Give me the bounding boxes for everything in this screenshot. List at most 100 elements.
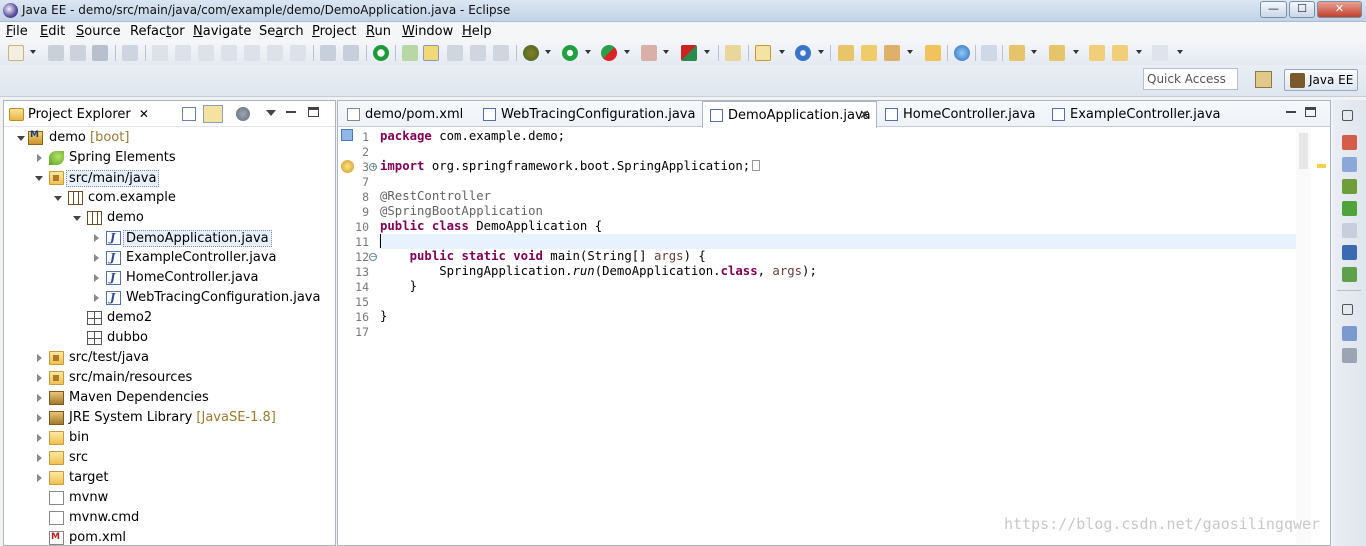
task-list-icon[interactable] (1342, 326, 1357, 341)
menu-window[interactable]: Window (402, 24, 453, 39)
outline-view-icon[interactable] (1342, 157, 1357, 172)
new-package-icon[interactable] (755, 45, 771, 61)
open-project-icon[interactable] (838, 45, 854, 61)
close-button[interactable]: ✕ (1317, 1, 1362, 18)
collapsed-twisty-icon[interactable] (37, 454, 42, 462)
new-class-icon[interactable] (795, 45, 811, 61)
menu-file[interactable]: File (6, 24, 28, 39)
code-line-14[interactable]: } (380, 279, 417, 294)
progress-view-icon[interactable] (1342, 267, 1357, 282)
block-selection-icon[interactable] (470, 45, 486, 61)
expand-fold-icon[interactable]: + (369, 163, 377, 171)
maximize-view-icon[interactable] (308, 107, 319, 117)
step-return-icon[interactable] (290, 45, 306, 61)
tree-item-spring-elements[interactable]: Spring Elements (4, 148, 334, 168)
new-class-dropdown-icon[interactable] (818, 50, 824, 54)
code-line-12[interactable]: public static void main(String[] args) { (380, 249, 706, 264)
open-resource-icon[interactable] (925, 45, 941, 61)
code-line-9[interactable]: @SpringBootApplication (380, 204, 543, 219)
view-menu-icon[interactable] (266, 110, 276, 116)
menu-project[interactable]: Project (312, 24, 357, 39)
tree-item-pom-xml[interactable]: pom.xml (4, 528, 334, 546)
step-into-icon[interactable] (244, 45, 260, 61)
collapsed-twisty-icon[interactable] (37, 154, 42, 162)
suspend-icon[interactable] (175, 45, 191, 61)
open-folder-icon[interactable] (861, 45, 877, 61)
menu-navigate[interactable]: Navigate (193, 24, 251, 39)
open-task-icon[interactable] (884, 45, 900, 61)
outline-icon[interactable] (1342, 348, 1357, 363)
tree-item-homecontroller-java[interactable]: HomeController.java (4, 268, 334, 288)
forward-icon[interactable] (1152, 45, 1168, 61)
console-view-icon[interactable] (1342, 245, 1357, 260)
expanded-twisty-icon[interactable] (35, 176, 43, 181)
collapsed-twisty-icon[interactable] (94, 254, 99, 262)
run-last-tool-icon[interactable] (601, 45, 617, 61)
tree-item-examplecontroller-java[interactable]: ExampleController.java (4, 248, 334, 268)
close-view-icon[interactable]: ✕ (139, 107, 149, 121)
tab-examplecontroller-java[interactable]: ExampleController.java (1045, 101, 1225, 127)
forward-dropdown-icon[interactable] (1177, 50, 1183, 54)
resume-icon[interactable] (152, 45, 168, 61)
tree-item-bin-folder[interactable]: bin (4, 428, 334, 448)
folded-imports-icon[interactable] (752, 160, 761, 171)
use-step-filters-icon[interactable] (343, 45, 359, 61)
maximize-button[interactable]: ☐ (1289, 1, 1315, 18)
new-icon[interactable] (8, 45, 24, 61)
code-line-16[interactable]: } (380, 309, 387, 324)
previous-annotation-dropdown-icon[interactable] (1073, 50, 1079, 54)
code-line-13[interactable]: SpringApplication.run(DemoApplication.cl… (380, 264, 817, 279)
open-perspective-icon[interactable] (1255, 71, 1272, 88)
tree-item-maven-dependencies[interactable]: Maven Dependencies (4, 388, 334, 408)
minimize-editor-icon[interactable] (1286, 111, 1296, 113)
tree-item-webtracingconfiguration-java[interactable]: WebTracingConfiguration.java (4, 288, 334, 308)
collapse-fold-icon[interactable]: − (369, 253, 377, 261)
tree-item-demo-project[interactable]: demo [boot] (4, 128, 334, 148)
code-line-3[interactable]: import org.springframework.boot.SpringAp… (380, 159, 761, 174)
collapsed-twisty-icon[interactable] (94, 274, 99, 282)
tree-item-demoapplication-java[interactable]: DemoApplication.java (4, 228, 334, 248)
tab-homecontroller-java[interactable]: HomeController.java (878, 101, 1038, 127)
run-icon[interactable] (562, 45, 578, 61)
open-type-icon[interactable] (402, 45, 418, 61)
menu-run[interactable]: Run (366, 24, 391, 39)
previous-annotation-icon[interactable] (1049, 45, 1065, 61)
debug-icon[interactable] (523, 45, 539, 61)
tab-pom-xml[interactable]: demo/pom.xml (340, 101, 473, 127)
menu-source[interactable]: Source (76, 24, 121, 39)
task-dropdown-icon[interactable] (907, 50, 913, 54)
new-package-dropdown-icon[interactable] (779, 50, 785, 54)
new-server-icon[interactable] (725, 45, 741, 61)
disconnect-icon[interactable] (221, 45, 237, 61)
coverage-dropdown-icon[interactable] (704, 50, 710, 54)
warning-marker[interactable] (1317, 164, 1326, 168)
tree-item-demo-package[interactable]: demo (4, 208, 334, 228)
collapsed-twisty-icon[interactable] (37, 354, 42, 362)
collapsed-twisty-icon[interactable] (37, 474, 42, 482)
toggle-mark-occurrences-icon[interactable] (423, 45, 439, 61)
stop-icon[interactable] (641, 45, 657, 61)
terminate-icon[interactable] (198, 45, 214, 61)
stop-dropdown-icon[interactable] (663, 50, 669, 54)
menu-refactor[interactable]: Refactor (130, 24, 185, 39)
back-dropdown-icon[interactable] (1136, 50, 1142, 54)
snippets-view-icon[interactable] (1342, 223, 1357, 238)
code-line-1[interactable]: package com.example.demo; (380, 129, 565, 144)
next-annotation-icon[interactable] (1009, 45, 1025, 61)
search-icon[interactable] (981, 45, 997, 61)
tree-item-mvnw[interactable]: mvnw (4, 488, 334, 508)
tree-item-com-example[interactable]: com.example (4, 188, 334, 208)
expanded-twisty-icon[interactable] (17, 136, 25, 141)
toggle-word-wrap-icon[interactable] (447, 45, 463, 61)
maximize-editor-icon[interactable] (1305, 107, 1316, 117)
tree-item-mvnw-cmd[interactable]: mvnw.cmd (4, 508, 334, 528)
collapsed-twisty-icon[interactable] (37, 394, 42, 402)
collapsed-twisty-icon[interactable] (37, 414, 42, 422)
code-line-8[interactable]: @RestController (380, 189, 491, 204)
filters-icon[interactable] (236, 107, 250, 121)
server-start-icon[interactable] (373, 45, 389, 61)
data-source-view-icon[interactable] (1342, 201, 1357, 216)
tree-item-jre-system-library[interactable]: JRE System Library [JavaSE-1.8] (4, 408, 334, 428)
scrollbar-thumb[interactable] (1299, 133, 1308, 169)
collapse-all-icon[interactable] (182, 107, 196, 121)
